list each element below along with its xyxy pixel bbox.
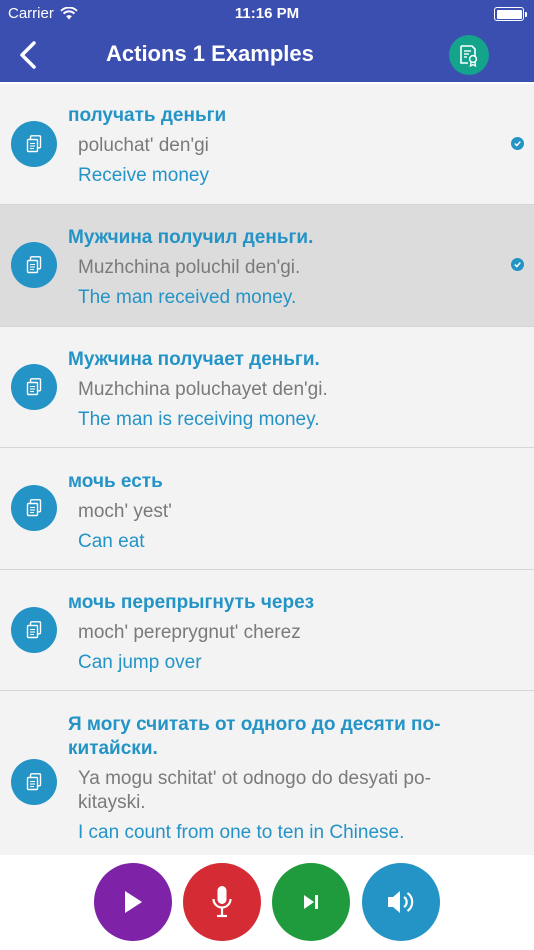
- page-title: Actions 1 Examples: [106, 41, 314, 66]
- phrase-row[interactable]: мочь есть moch' yest' Can eat: [0, 448, 534, 570]
- phrase-translation: I can count from one to ten in Chinese.: [78, 822, 405, 843]
- copy-icon: [26, 256, 42, 274]
- battery-icon: [494, 7, 527, 21]
- copy-button[interactable]: [11, 759, 57, 805]
- phrase-transliteration: Muzhchina poluchayet den'gi.: [78, 379, 328, 400]
- clock: 11:16 PM: [234, 5, 300, 22]
- playback-controls: [0, 855, 534, 950]
- certificate-button[interactable]: [449, 35, 489, 75]
- phrase-row[interactable]: мочь перепрыгнуть через moch' pereprygnu…: [0, 570, 534, 691]
- record-button[interactable]: [183, 863, 261, 941]
- phrase-transliteration: moch' pereprygnut' cherez: [78, 622, 301, 643]
- phrase-native: мочь перепрыгнуть через: [68, 592, 315, 613]
- phrase-transliteration: Ya mogu schitat' ot odnogo do desyati po…: [78, 768, 431, 813]
- skip-next-icon: [304, 895, 318, 909]
- copy-icon: [26, 499, 42, 517]
- certificate-icon: [460, 45, 478, 67]
- copy-button[interactable]: [11, 485, 57, 531]
- phrase-row[interactable]: Я могу считать от одного до десяти по-ки…: [0, 691, 534, 855]
- phrase-translation: The man received money.: [78, 287, 297, 308]
- phrase-native: Мужчина получил деньги.: [68, 227, 314, 248]
- phrase-native: мочь есть: [68, 471, 163, 492]
- status-bar: Carrier 11:16 PM: [0, 0, 534, 28]
- phrase-native: получать деньги: [68, 105, 227, 126]
- play-icon: [125, 891, 142, 913]
- speaker-button[interactable]: [362, 863, 440, 941]
- phrase-translation: Receive money: [78, 165, 209, 186]
- phrase-list[interactable]: получать деньги poluchat' den'gi Receive…: [0, 84, 534, 855]
- copy-icon: [26, 135, 42, 153]
- microphone-icon: [212, 886, 232, 918]
- phrase-translation: The man is receiving money.: [78, 409, 320, 430]
- copy-button[interactable]: [11, 242, 57, 288]
- phrase-row[interactable]: Мужчина получил деньги. Muzhchina poluch…: [0, 205, 534, 327]
- phrase-translation: Can eat: [78, 531, 145, 552]
- back-button[interactable]: [12, 38, 44, 72]
- phrase-native: Я могу считать от одного до десяти по-ки…: [68, 714, 441, 759]
- phrase-transliteration: moch' yest': [78, 501, 172, 522]
- copy-button[interactable]: [11, 607, 57, 653]
- copy-button[interactable]: [11, 121, 57, 167]
- next-button[interactable]: [272, 863, 350, 941]
- play-button[interactable]: [94, 863, 172, 941]
- phrase-row[interactable]: Мужчина получает деньги. Muzhchina poluc…: [0, 327, 534, 448]
- phrase-transliteration: Muzhchina poluchil den'gi.: [78, 257, 301, 278]
- phrase-transliteration: poluchat' den'gi: [78, 135, 209, 156]
- checkmark-icon: [511, 137, 524, 150]
- navigation-bar: Actions 1 Examples: [0, 28, 534, 82]
- copy-icon: [26, 773, 42, 791]
- chevron-left-icon: [20, 41, 36, 69]
- checkmark-icon: [511, 258, 524, 271]
- phrase-native: Мужчина получает деньги.: [68, 349, 320, 370]
- copy-icon: [26, 621, 42, 639]
- copy-icon: [26, 378, 42, 396]
- phrase-translation: Can jump over: [78, 652, 202, 673]
- phrase-row[interactable]: получать деньги poluchat' den'gi Receive…: [0, 84, 534, 205]
- copy-button[interactable]: [11, 364, 57, 410]
- speaker-icon: [388, 891, 414, 913]
